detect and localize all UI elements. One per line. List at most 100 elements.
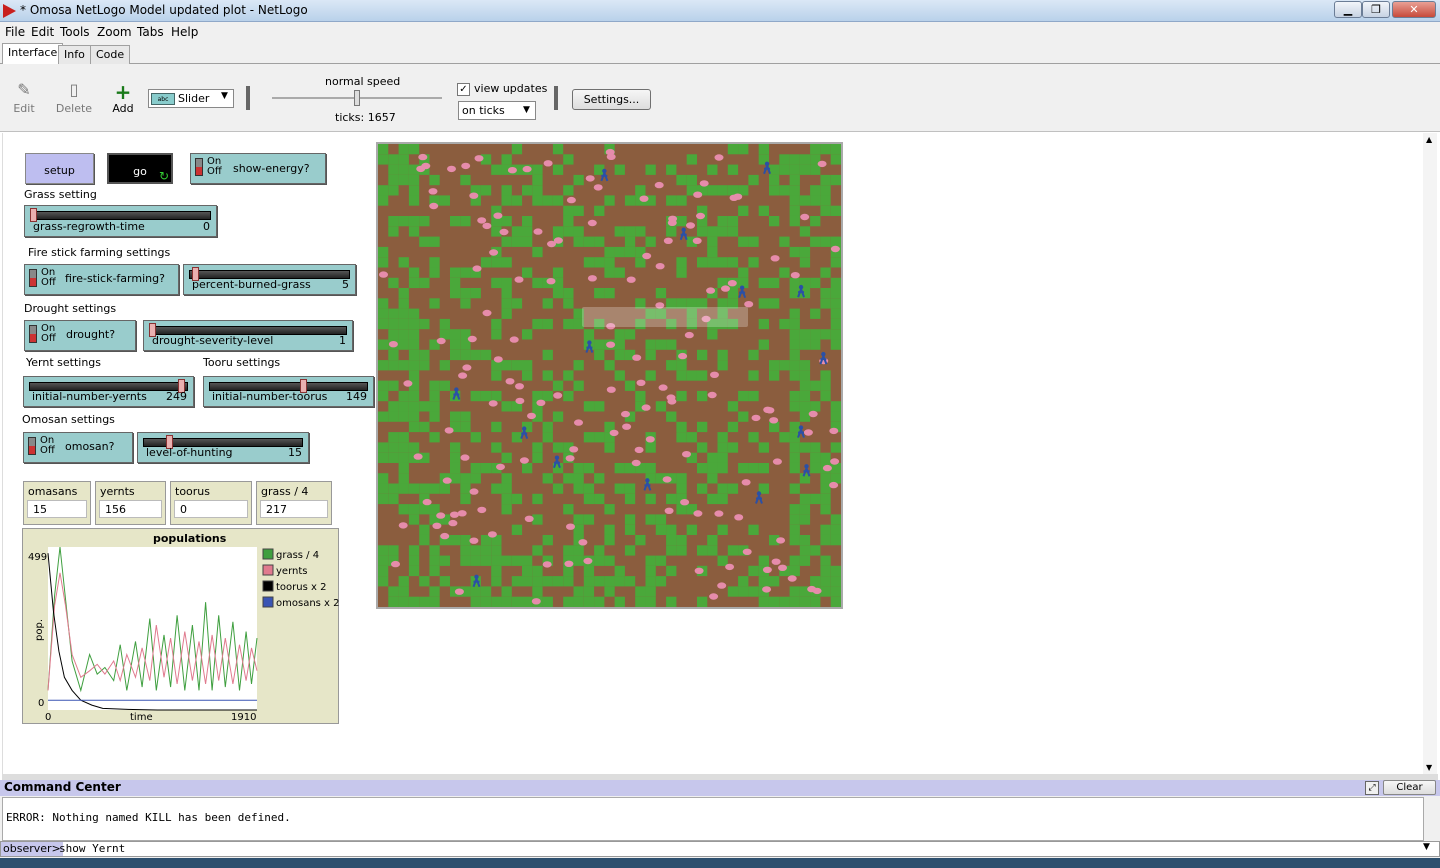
yernt-agent <box>622 423 632 430</box>
yernt-agent <box>388 341 398 348</box>
setup-button[interactable]: setup <box>25 153 94 184</box>
yernt-agent <box>678 352 688 360</box>
grass-patch <box>655 555 667 566</box>
expand-icon[interactable]: ⤢ <box>1365 781 1379 795</box>
grass-patch <box>388 432 399 443</box>
yernt-agent <box>636 379 646 386</box>
grass-patch <box>378 452 389 463</box>
grass-patch <box>769 174 780 186</box>
grass-patch <box>717 493 728 505</box>
grass-patch <box>810 401 821 412</box>
grass-patch <box>697 596 708 607</box>
settings-button[interactable]: Settings... <box>572 89 651 110</box>
show-energy-switch[interactable]: On Off show-energy? <box>190 153 326 184</box>
grass-patch <box>624 195 636 206</box>
grass-patch <box>450 267 461 278</box>
grass-patch <box>789 421 800 433</box>
grass-patch <box>501 288 512 299</box>
menu-edit[interactable]: Edit <box>31 25 54 39</box>
yernt-agent <box>413 453 423 460</box>
grass-patch <box>789 349 800 361</box>
yernt-agent <box>418 153 428 161</box>
yernt-agent <box>742 548 752 555</box>
grass-patch <box>378 246 389 258</box>
grass-patch <box>707 493 718 505</box>
drought-switch[interactable]: On Off drought? <box>24 320 136 351</box>
grass-patch <box>532 318 543 330</box>
delete-button[interactable]: ▯ Delete <box>54 80 94 115</box>
menu-help[interactable]: Help <box>171 25 198 39</box>
add-button[interactable]: + Add <box>103 80 143 115</box>
go-button[interactable]: go ↻ <box>107 153 173 184</box>
menu-zoom[interactable]: Zoom <box>97 25 132 39</box>
switch-knob <box>195 158 203 176</box>
command-input[interactable]: show Yernt <box>59 842 125 855</box>
maximize-button[interactable]: ❐ <box>1362 1 1390 18</box>
grass-patch <box>429 596 440 607</box>
percent-burned-slider[interactable]: percent-burned-grass 5 <box>183 264 356 295</box>
initial-toorus-slider[interactable]: initial-number-toorus 149 <box>203 376 374 407</box>
yernt-agent <box>477 217 487 224</box>
fire-stick-farming-switch[interactable]: On Off fire-stick-farming? <box>24 264 179 295</box>
history-dropdown-icon[interactable]: ▼ <box>1423 842 1430 852</box>
menu-tools[interactable]: Tools <box>60 25 90 39</box>
menu-tabs[interactable]: Tabs <box>137 25 164 39</box>
legend-swatch <box>262 580 274 592</box>
grass-patch <box>491 483 502 494</box>
level-of-hunting-slider[interactable]: level-of-hunting 15 <box>137 432 309 463</box>
grass-patch <box>655 524 667 535</box>
grass-regrowth-slider[interactable]: grass-regrowth-time 0 <box>24 205 217 237</box>
grass-patch <box>707 545 718 556</box>
yernt-agent <box>717 582 727 589</box>
grass-patch <box>491 390 502 402</box>
grass-patch <box>789 154 800 165</box>
drought-severity-slider[interactable]: drought-severity-level 1 <box>143 320 353 351</box>
minimize-button[interactable]: ▁ <box>1334 1 1362 18</box>
grass-patch <box>388 185 399 196</box>
view-updates-checkbox[interactable]: ✓ <box>457 83 470 96</box>
grass-patch <box>419 421 430 433</box>
update-mode-select[interactable]: on ticks ▼ <box>458 101 536 120</box>
close-button[interactable]: ✕ <box>1392 1 1436 18</box>
vertical-scrollbar[interactable]: ▲ ▼ <box>1423 133 1437 774</box>
grass-patch <box>563 596 574 607</box>
grass-patch <box>429 174 440 186</box>
grass-patch <box>624 236 636 247</box>
tab-code[interactable]: Code <box>90 45 131 64</box>
scroll-up-icon[interactable]: ▲ <box>1426 135 1432 144</box>
speed-slider-thumb[interactable] <box>354 90 360 106</box>
grass-patch <box>830 154 841 165</box>
grass-patch <box>758 277 769 289</box>
widget-type-select[interactable]: abc Slider ▼ <box>148 89 234 108</box>
grass-patch <box>820 144 831 155</box>
scroll-down-icon[interactable]: ▼ <box>1426 763 1432 772</box>
world-view[interactable] <box>376 142 843 609</box>
grass-patch <box>758 596 769 607</box>
omosan-switch[interactable]: On Off omosan? <box>23 432 133 463</box>
grass-patch <box>470 545 481 556</box>
yernt-agent <box>457 510 467 517</box>
grass-patch <box>789 555 800 566</box>
delete-label: Delete <box>55 102 93 115</box>
yernt-agent <box>436 512 446 519</box>
edit-button[interactable]: ✎ Edit <box>4 80 44 115</box>
grass-patch <box>799 442 811 453</box>
grass-patch <box>666 411 677 422</box>
initial-yernts-slider[interactable]: initial-number-yernts 249 <box>23 376 194 407</box>
grass-patch <box>707 236 718 247</box>
grass-patch <box>388 216 399 227</box>
menu-file[interactable]: File <box>5 25 25 39</box>
grass-patch <box>820 370 831 381</box>
grass-patch <box>594 257 605 268</box>
yernt-agent <box>621 410 630 418</box>
clear-button[interactable]: Clear <box>1383 780 1436 795</box>
tab-interface[interactable]: Interface <box>2 43 64 65</box>
grass-patch <box>789 401 800 412</box>
grass-patch <box>779 185 790 196</box>
slider-value: 5 <box>342 278 349 291</box>
tab-info[interactable]: Info <box>58 45 91 64</box>
yernt-agent <box>536 399 546 406</box>
observer-prompt[interactable]: observer> <box>1 842 63 856</box>
add-label: Add <box>112 102 134 115</box>
grass-patch <box>810 442 821 453</box>
